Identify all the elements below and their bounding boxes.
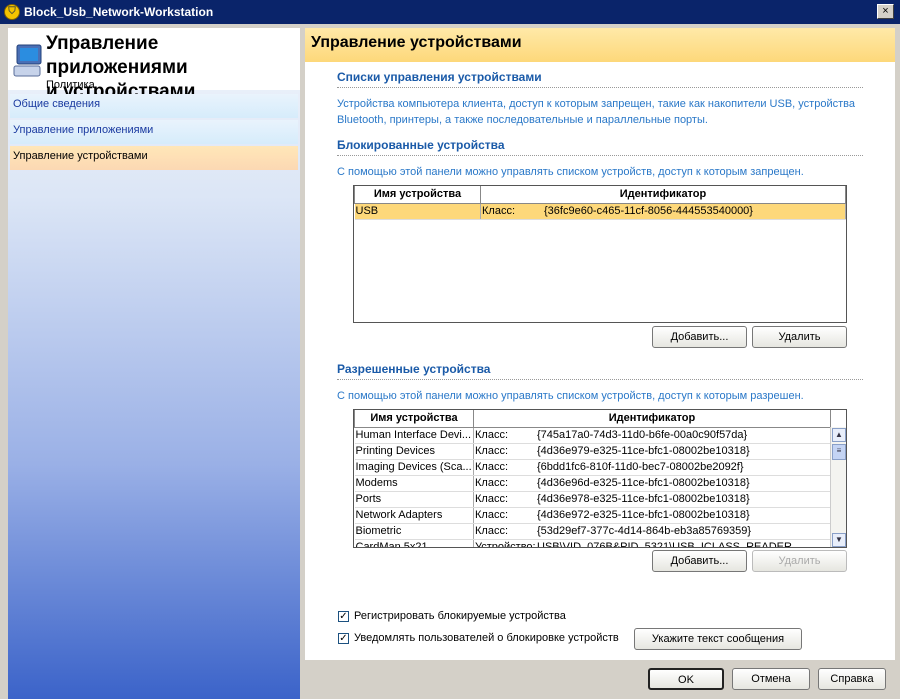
id-type: Класс: [475,429,508,441]
help-button[interactable]: Справка [818,668,886,690]
id-type: Класс: [475,493,508,505]
allowed-remove-button[interactable]: Удалить [752,550,847,572]
device-name: Printing Devices [354,443,474,460]
blocked-remove-button[interactable]: Удалить [752,326,847,348]
log-blocked-label: Регистрировать блокируемые устройства [354,610,566,622]
table-row[interactable]: Network Adapters Класс: {4d36e972-e325-11c… [354,507,831,524]
device-name: CardMan 5x21 [354,539,474,547]
allowed-add-button[interactable]: Добавить... [652,550,747,572]
allowed-devices-table[interactable]: Имя устройства Идентификатор Human Interf… [353,409,847,548]
device-id: {4d36e979-e325-11ce-bfc1-08002be10318} [537,445,750,457]
blocked-add-button[interactable]: Добавить... [652,326,747,348]
section-title-allowed: Разрешенные устройства [337,362,863,380]
scrollbar[interactable]: ▲ ≡ ▼ [830,427,846,547]
id-type: Устройство: [475,541,536,548]
scroll-down-icon[interactable]: ▼ [832,533,846,547]
table-row[interactable]: Biometric Класс: {53d29ef7-377c-4d14-864b-… [354,523,831,540]
device-id: {53d29ef7-377c-4d14-864b-eb3a85769359} [537,525,752,537]
window-title: Block_Usb_Network-Workstation [24,5,214,19]
device-name: Imaging Devices (Sca... [354,459,474,476]
footer: OK Отмена Справка [305,660,900,699]
section-title-device-lists: Списки управления устройствами [337,70,863,88]
sidebar-item-device-control[interactable]: Управление устройствами [10,146,298,170]
sidebar-item-app-control[interactable]: Управление приложениями [10,120,298,144]
device-name: Human Interface Devi... [354,427,474,444]
message-text-button[interactable]: Укажите текст сообщения [634,628,802,650]
title-bar: ⛉ Block_Usb_Network-Workstation [0,0,900,24]
notify-users-label: Уведомлять пользователей о блокировке ус… [354,632,619,644]
blocked-description: С помощью этой панели можно управлять сп… [337,166,804,178]
close-button[interactable]: × [877,4,894,19]
device-id: USB\VID_076B&PID_5321\USB_ICLASS_READER [537,541,792,548]
table-row[interactable]: Modems Класс: {4d36e96d-e325-11ce-bfc1-080… [354,475,831,492]
sidebar-title-line1: Управление приложениями [46,33,188,78]
table-row[interactable]: Imaging Devices (Sca... Класс: {6bdd1fc6-8… [354,459,831,476]
table-row[interactable]: Human Interface Devi... Класс: {745a17a0-7… [354,427,831,444]
device-id: {36fc9e60-c465-11cf-8056-444553540000} [544,205,753,217]
ok-button[interactable]: OK [648,668,724,690]
sidebar-item-general[interactable]: Общие сведения [10,94,298,118]
scroll-thumb[interactable]: ≡ [832,444,846,460]
column-header-id[interactable]: Идентификатор [480,186,846,204]
column-header-name[interactable]: Имя устройства [354,186,481,204]
blocked-devices-table[interactable]: Имя устройства Идентификатор USB Класс: {3… [353,185,847,323]
section-description: Устройства компьютера клиента, доступ к … [337,98,855,126]
device-id: {4d36e96d-e325-11ce-bfc1-08002be10318} [537,477,750,489]
sidebar: Управление приложениями и устройствами П… [8,28,300,699]
device-name: Modems [354,475,474,492]
device-name: Network Adapters [354,507,474,524]
table-row[interactable]: Ports Класс: {4d36e978-e325-11ce-bfc1-0800… [354,491,831,508]
cancel-button[interactable]: Отмена [732,668,810,690]
device-id: {4d36e978-e325-11ce-bfc1-08002be10318} [537,493,750,505]
scroll-up-icon[interactable]: ▲ [832,428,846,442]
allowed-description: С помощью этой панели можно управлять сп… [337,390,804,402]
log-blocked-checkbox[interactable]: ✓ [338,611,349,622]
device-id: {745a17a0-74d3-11d0-b6fe-00a0c90f57da} [537,429,748,441]
id-type: Класс: [475,477,508,489]
table-row[interactable]: Printing Devices Класс: {4d36e979-e325-11c… [354,443,831,460]
id-type: Класс: [475,461,508,473]
device-id: {6bdd1fc6-810f-11d0-bec7-08002be2092f} [537,461,744,473]
device-name: USB [354,203,481,220]
id-type: Класс: [475,525,508,537]
id-type: Класс: [475,445,508,457]
device-name: Ports [354,491,474,508]
column-header-name[interactable]: Имя устройства [354,410,474,428]
sidebar-subtitle: Политика [46,79,95,91]
app-logo-icon: ⛉ [4,4,20,20]
table-row[interactable]: CardMan 5x21 Устройство:USB\VID_076B&PID_… [354,539,831,548]
main-panel: Управление устройствами Списки управлени… [305,28,895,660]
section-title-blocked: Блокированные устройства [337,138,863,156]
page-title: Управление устройствами [305,28,895,62]
device-name: Biometric [354,523,474,540]
notify-users-checkbox[interactable]: ✓ [338,633,349,644]
computer-icon [13,44,42,77]
sidebar-header: Управление приложениями и устройствами П… [8,28,300,102]
id-type: Класс: [475,509,508,521]
column-header-id[interactable]: Идентификатор [473,410,831,428]
device-id: {4d36e972-e325-11ce-bfc1-08002be10318} [537,509,750,521]
id-type: Класс: [482,205,515,217]
table-row[interactable]: USB Класс: {36fc9e60-c465-11cf-8056-44455… [354,203,846,220]
